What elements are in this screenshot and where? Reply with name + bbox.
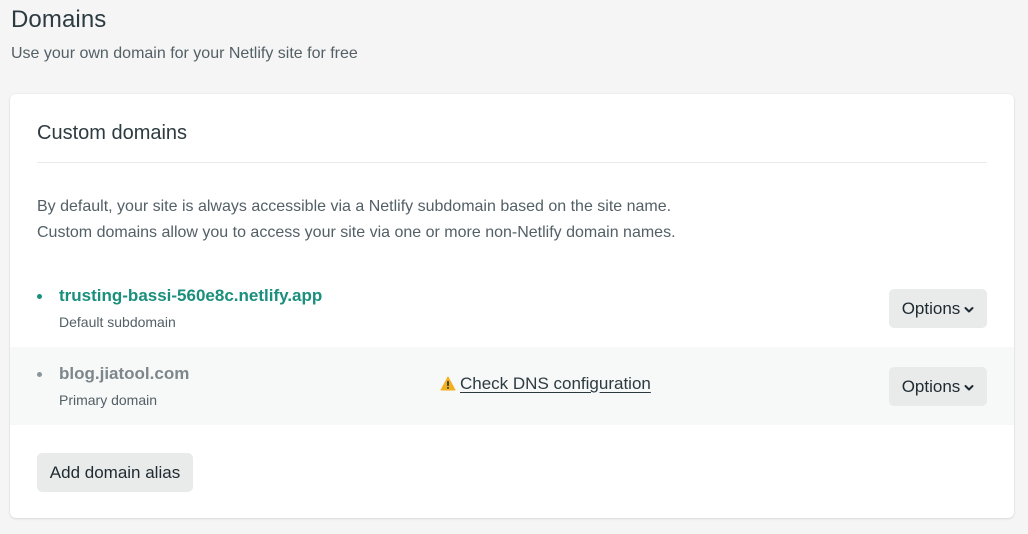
page-title: Domains xyxy=(11,6,107,33)
check-dns-label: Check DNS configuration xyxy=(460,374,651,393)
page-subtitle: Use your own domain for your Netlify sit… xyxy=(11,45,358,62)
card-divider xyxy=(37,162,987,163)
domain-type-label: Primary domain xyxy=(59,392,158,408)
primary-domain-name: blog.jiatool.com xyxy=(59,364,190,383)
description-line: Custom domains allow you to access your … xyxy=(37,224,676,241)
warning-triangle-icon xyxy=(440,376,456,396)
domain-row-primary: blog.jiatool.com Primary domain Check DN… xyxy=(10,347,1014,425)
bullet-icon xyxy=(37,294,42,299)
options-button[interactable]: Options xyxy=(889,367,987,406)
description-line: By default, your site is always accessib… xyxy=(37,198,672,215)
domain-type-label: Default subdomain xyxy=(59,314,176,330)
chevron-down-icon xyxy=(964,289,974,328)
domains-page: Domains Use your own domain for your Net… xyxy=(0,0,1028,534)
options-button[interactable]: Options xyxy=(889,289,987,328)
add-domain-alias-button[interactable]: Add domain alias xyxy=(37,453,193,492)
domain-row-default: trusting-bassi-560e8c.netlify.app Defaul… xyxy=(10,270,1014,348)
card-title: Custom domains xyxy=(37,122,188,144)
custom-domains-description: By default, your site is always accessib… xyxy=(37,194,676,246)
default-subdomain-link[interactable]: trusting-bassi-560e8c.netlify.app xyxy=(59,286,322,306)
custom-domains-card: Custom domains By default, your site is … xyxy=(10,94,1014,518)
check-dns-link[interactable]: Check DNS configuration xyxy=(440,374,651,396)
options-label: Options xyxy=(901,377,961,396)
chevron-down-icon xyxy=(964,367,974,406)
options-label: Options xyxy=(901,299,961,318)
bullet-icon xyxy=(37,372,42,377)
